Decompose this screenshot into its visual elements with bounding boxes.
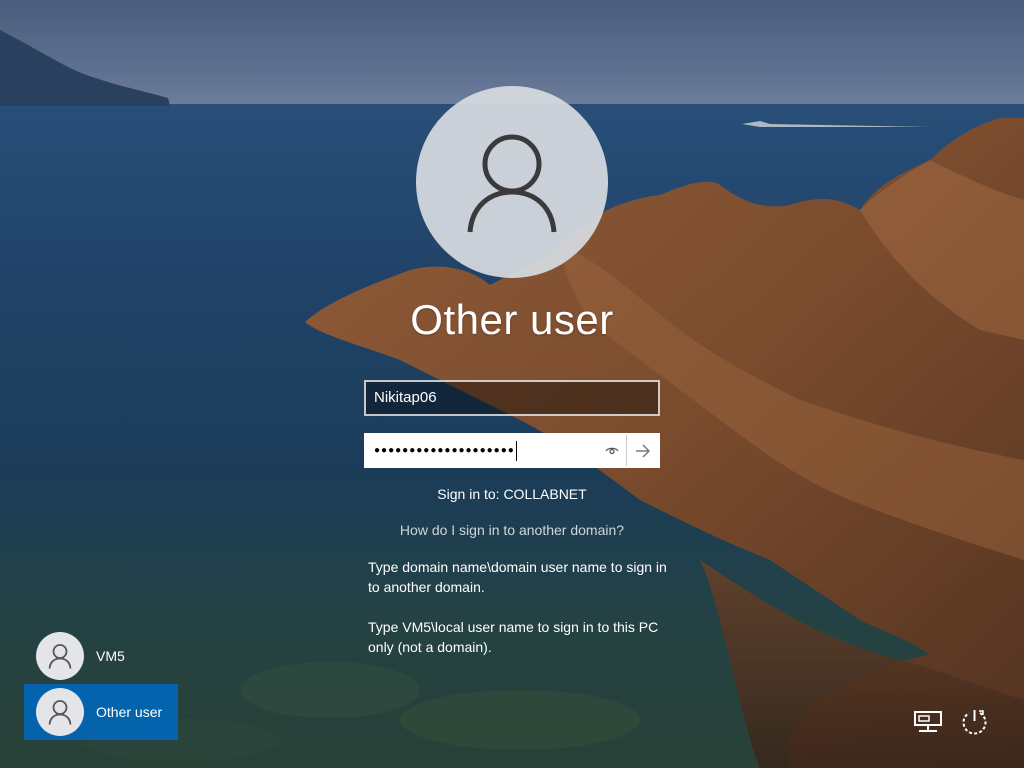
user-tile-other-user[interactable]: Other user [24,684,178,740]
user-tile-vm5[interactable]: VM5 [24,628,178,684]
sign-in-domain-label: Sign in to: COLLABNET [437,486,587,502]
network-icon [914,711,942,732]
text-caret [515,440,517,461]
power-icon [962,710,987,735]
power-button[interactable] [957,704,993,740]
password-row: ●●●●●●●●●●●●●●●●●●●● [364,433,660,468]
eye-icon [605,447,619,454]
user-tile-label: Other user [96,704,163,720]
password-masked-value: ●●●●●●●●●●●●●●●●●●●● [374,445,515,456]
local-help-text: Type VM5\local user name to sign in to t… [368,619,659,655]
user-avatar-small [36,632,84,680]
page-title: Other user [410,296,614,343]
username-field[interactable]: Nikitap06 [364,380,660,416]
user-tile-label: VM5 [96,648,125,664]
user-avatar-small [36,688,84,736]
arrow-right-icon [635,443,650,458]
user-silhouette-icon [467,134,557,233]
reveal-password-button[interactable] [598,435,626,466]
network-button[interactable] [910,704,946,740]
user-avatar [416,86,608,278]
domain-help-text: Type domain name\domain user name to sig… [368,559,667,595]
submit-button[interactable] [626,435,658,466]
password-field[interactable]: ●●●●●●●●●●●●●●●●●●●● [366,435,598,466]
user-silhouette-icon [48,644,72,669]
user-silhouette-icon [48,700,72,725]
another-domain-link[interactable]: How do I sign in to another domain? [0,522,1024,538]
